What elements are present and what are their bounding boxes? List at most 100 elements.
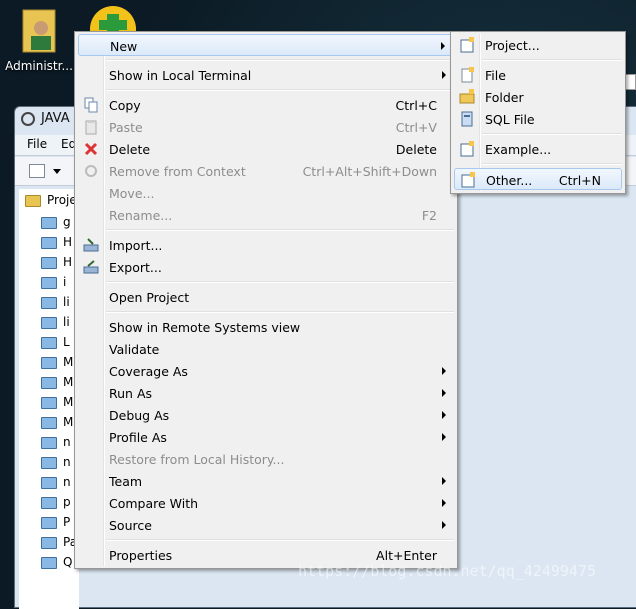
tree-item[interactable]: n bbox=[41, 435, 71, 455]
new-submenu: Project... File Folder SQL File Example... Ot… bbox=[450, 31, 626, 194]
menu-item-shortcut: Ctrl+C bbox=[395, 98, 437, 113]
tree-item-label: n bbox=[63, 435, 71, 449]
tree-item[interactable]: li bbox=[41, 295, 70, 315]
menu-item-run-as[interactable]: Run As bbox=[78, 382, 454, 404]
menu-item-export[interactable]: Export... bbox=[78, 256, 454, 278]
menu-item-label: Remove from Context bbox=[109, 164, 246, 179]
tree-item[interactable]: H bbox=[41, 235, 72, 255]
menu-item-label: Source bbox=[109, 518, 152, 533]
menu-item-label: Properties bbox=[109, 548, 173, 563]
menu-item-import[interactable]: Import... bbox=[78, 234, 454, 256]
submenu-item-label: Other... bbox=[486, 173, 533, 188]
menu-item-label: Restore from Local History... bbox=[109, 452, 285, 467]
tree-item-label: H bbox=[63, 235, 73, 249]
menu-item-remove-from-context: Remove from Context Ctrl+Alt+Shift+Down bbox=[78, 160, 454, 182]
menu-item-team[interactable]: Team bbox=[78, 470, 454, 492]
context-menu: New Show in Local Terminal Copy Ctrl+C Paste… bbox=[74, 31, 458, 569]
menu-separator bbox=[106, 59, 454, 61]
user-folder-icon bbox=[22, 9, 56, 53]
menu-separator bbox=[482, 133, 622, 135]
tree-item[interactable]: i bbox=[41, 275, 66, 295]
submenu-item-sql-file[interactable]: SQL File bbox=[454, 108, 622, 130]
menu-item-label: Copy bbox=[109, 98, 141, 113]
menu-item-shortcut: Alt+Enter bbox=[376, 548, 437, 563]
tree-item[interactable]: M bbox=[41, 395, 73, 415]
menu-item-show-in-local-terminal[interactable]: Show in Local Terminal bbox=[78, 64, 454, 86]
desktop-icon-administrator[interactable]: Administr... bbox=[4, 6, 74, 73]
menu-item-shortcut: F2 bbox=[421, 208, 437, 223]
submenu-item-example[interactable]: Example... bbox=[454, 138, 622, 160]
menu-item-debug-as[interactable]: Debug As bbox=[78, 404, 454, 426]
submenu-arrow-icon bbox=[442, 389, 446, 397]
submenu-arrow-icon bbox=[442, 521, 446, 529]
remove-context-icon bbox=[85, 165, 97, 177]
menu-item-label: New bbox=[110, 39, 138, 54]
tree-item-label: P bbox=[63, 515, 71, 529]
menu-item-shortcut: Ctrl+V bbox=[395, 120, 437, 135]
tree-header-label: Proje bbox=[47, 193, 77, 207]
new-wizard-icon[interactable] bbox=[29, 164, 45, 178]
project-folder-icon bbox=[41, 316, 57, 329]
submenu-item-shortcut: Ctrl+N bbox=[558, 173, 601, 188]
menu-item-source[interactable]: Source bbox=[78, 514, 454, 536]
menu-item-label: Paste bbox=[109, 120, 143, 135]
submenu-arrow-icon bbox=[442, 477, 446, 485]
menu-item-label: Profile As bbox=[109, 430, 167, 445]
submenu-item-label: Example... bbox=[485, 142, 552, 157]
menu-item-profile-as[interactable]: Profile As bbox=[78, 426, 454, 448]
tree-item-label: li bbox=[63, 315, 70, 329]
menu-item-compare-with[interactable]: Compare With bbox=[78, 492, 454, 514]
tree-item[interactable]: P bbox=[41, 515, 70, 535]
menu-item-new[interactable]: New bbox=[78, 34, 454, 56]
tree-item[interactable]: n bbox=[41, 475, 71, 495]
project-folder-icon bbox=[41, 496, 57, 509]
menu-item-copy[interactable]: Copy Ctrl+C bbox=[78, 94, 454, 116]
project-folder-icon bbox=[41, 256, 57, 269]
menu-item-delete[interactable]: Delete Delete bbox=[78, 138, 454, 160]
tree-item[interactable]: M bbox=[41, 375, 73, 395]
tree-item[interactable]: g bbox=[41, 215, 71, 235]
eclipse-gear-icon bbox=[21, 112, 35, 126]
chevron-down-icon[interactable] bbox=[53, 169, 61, 174]
menu-item-label: Rename... bbox=[109, 208, 173, 223]
tree-item[interactable]: M bbox=[41, 355, 73, 375]
tree-item-label: g bbox=[63, 215, 71, 229]
tree-item[interactable]: H bbox=[41, 255, 72, 275]
tree-item[interactable]: p bbox=[41, 495, 71, 515]
tree-item[interactable]: li bbox=[41, 315, 70, 335]
project-folder-icon bbox=[41, 456, 57, 469]
menu-separator bbox=[106, 229, 454, 231]
submenu-item-project[interactable]: Project... bbox=[454, 34, 622, 56]
submenu-arrow-icon bbox=[442, 367, 446, 375]
project-folder-icon bbox=[41, 476, 57, 489]
tree-item[interactable]: M bbox=[41, 415, 73, 435]
tree-item[interactable]: L bbox=[41, 335, 70, 355]
menu-item-label: Validate bbox=[109, 342, 160, 357]
menu-item-paste: Paste Ctrl+V bbox=[78, 116, 454, 138]
submenu-item-other[interactable]: Other... Ctrl+N bbox=[454, 168, 622, 190]
tree-item-label: li bbox=[63, 295, 70, 309]
menu-item-label: Run As bbox=[109, 386, 153, 401]
project-folder-icon bbox=[41, 376, 57, 389]
tree-item[interactable]: n bbox=[41, 455, 71, 475]
new-other-icon bbox=[461, 172, 475, 188]
menu-item-coverage-as[interactable]: Coverage As bbox=[78, 360, 454, 382]
new-project-icon bbox=[460, 37, 474, 53]
project-folder-icon bbox=[41, 296, 57, 309]
menu-item-open-project[interactable]: Open Project bbox=[78, 286, 454, 308]
project-folder-icon bbox=[41, 216, 57, 229]
tree-item-label: n bbox=[63, 475, 71, 489]
delete-icon bbox=[84, 142, 98, 156]
menu-item-label: Delete bbox=[109, 142, 151, 157]
submenu-item-file[interactable]: File bbox=[454, 64, 622, 86]
menu-item-label: Show in Local Terminal bbox=[109, 68, 252, 83]
tree-item-label: L bbox=[63, 335, 70, 349]
menu-separator bbox=[106, 539, 454, 541]
submenu-item-folder[interactable]: Folder bbox=[454, 86, 622, 108]
tree-header[interactable]: Proje bbox=[25, 193, 77, 213]
menu-item-label: Compare With bbox=[109, 496, 199, 511]
menu-item-show-in-remote-systems-view[interactable]: Show in Remote Systems view bbox=[78, 316, 454, 338]
menu-item-validate[interactable]: Validate bbox=[78, 338, 454, 360]
submenu-item-label: Folder bbox=[485, 90, 524, 105]
menu-file[interactable]: File bbox=[27, 137, 47, 151]
